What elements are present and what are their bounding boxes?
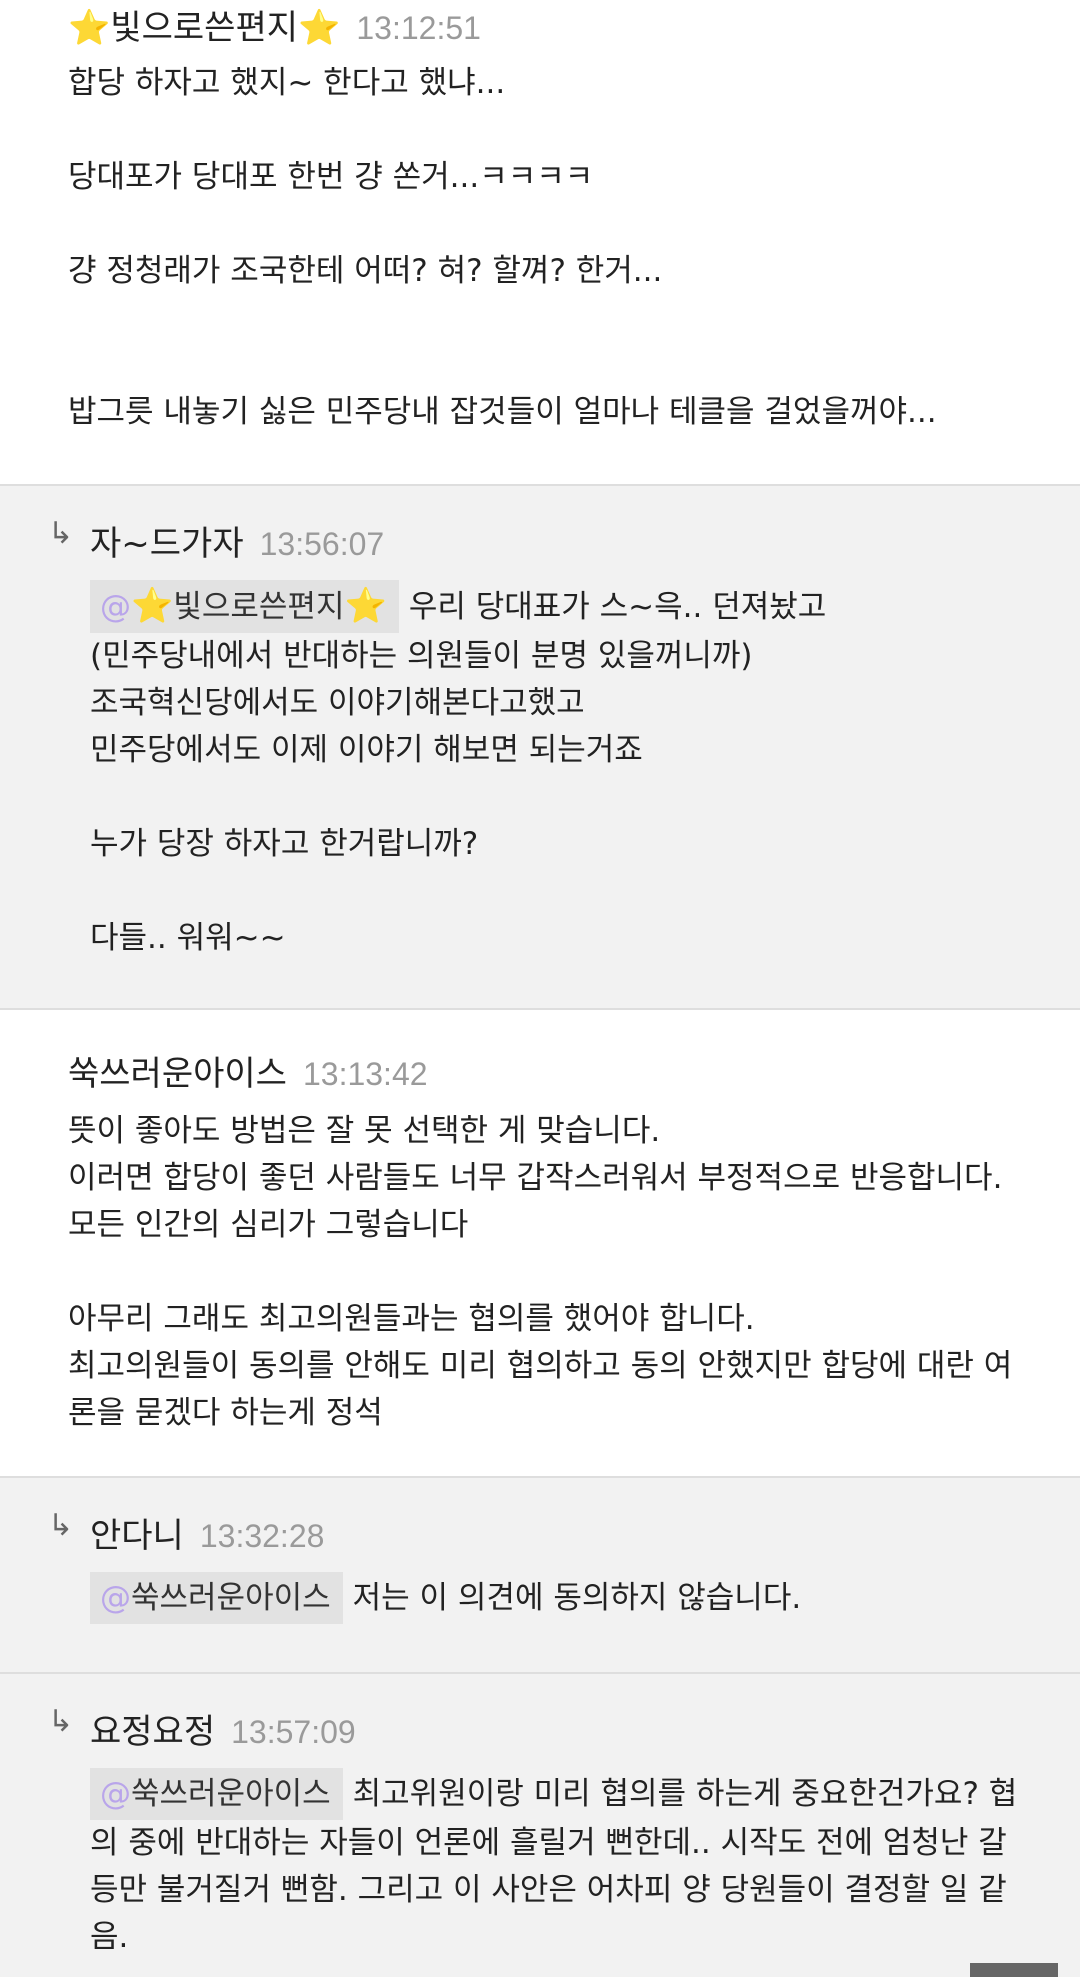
- mention-name: 쑥쓰러운아이스: [131, 1776, 331, 1812]
- comment-line: 조국혁신당에서도 이야기해본다고했고: [90, 685, 585, 721]
- comment-line: (민주당내에서 반대하는 의원들이 분명 있을꺼니까): [90, 638, 753, 674]
- comment-body: @쑥쓰러운아이스 최고위원이랑 미리 협의를 하는게 중요한건가요? 협 의 중에…: [90, 1768, 1050, 1961]
- comment: ⭐빛으로쓴편지⭐ 13:12:51 합당 하자고 했지~ 한다고 했냐... 당…: [0, 0, 1080, 486]
- author-name: 빛으로쓴편지: [110, 8, 299, 48]
- comment-list: ⭐빛으로쓴편지⭐ 13:12:51 합당 하자고 했지~ 한다고 했냐... 당…: [0, 0, 1080, 1977]
- comment-body: @⭐빛으로쓴편지⭐ 우리 당대표가 스~윽.. 던져놨고 (민주당내에서 반대하는…: [90, 580, 1050, 962]
- comment-line: 합당 하자고 했지~ 한다고 했냐...: [68, 65, 506, 101]
- comment-line: 저는 이 의견에 동의하지 않습니다.: [352, 1580, 802, 1616]
- comment-body: 합당 하자고 했지~ 한다고 했냐... 당대포가 당대포 한번 걍 쏜거...…: [68, 60, 1028, 436]
- comment-line: 최고의원들이 동의를 안해도 미리 협의하고 동의 안했지만 합당에 대란 여: [68, 1348, 1013, 1384]
- comment-author[interactable]: 요정요정: [90, 1704, 215, 1753]
- comment-line: 의 중에 반대하는 자들이 언론에 흘릴거 뻔한데.. 시작도 전에 엄청난 갈: [90, 1825, 1007, 1861]
- comment-header: ⭐빛으로쓴편지⭐ 13:12:51: [68, 0, 1080, 56]
- comment-line: 음.: [90, 1919, 129, 1955]
- comment-line: 걍 정청래가 조국한테 어떠? 혀? 할껴? 한거...: [68, 253, 663, 289]
- comment-line: 뜻이 좋아도 방법은 잘 못 선택한 게 맞습니다.: [68, 1113, 661, 1149]
- reply-arrow-icon: ↳: [48, 516, 74, 551]
- star-icon: ⭐: [298, 8, 341, 48]
- comment-line: 등만 불거질거 뻔함. 그리고 이 사안은 어차피 양 당원들이 결정할 일 같: [90, 1872, 1007, 1908]
- comment-author[interactable]: ⭐빛으로쓴편지⭐: [68, 0, 340, 49]
- reply-comment: ↳ 안다니 13:32:28 @쑥쓰러운아이스 저는 이 의견에 동의하지 않습니…: [0, 1478, 1080, 1674]
- star-icon: ⭐: [131, 586, 174, 626]
- comment-header: ↳ 자~드가자 13:56:07: [48, 486, 1080, 574]
- comment-line: 우리 당대표가 스~윽.. 던져놨고: [408, 589, 827, 625]
- comment-line: 론을 묻겠다 하는게 정석: [68, 1395, 383, 1431]
- comment-line: 모든 인간의 심리가 그렇습니다: [68, 1207, 469, 1243]
- mention-name: 쑥쓰러운아이스: [131, 1580, 331, 1616]
- comment-time: 13:13:42: [302, 1056, 428, 1092]
- reply-comment: ↳ 자~드가자 13:56:07 @⭐빛으로쓴편지⭐ 우리 당대표가 스~윽.. …: [0, 486, 1080, 1010]
- comment-author[interactable]: 자~드가자: [90, 516, 244, 565]
- comment-line: 아무리 그래도 최고의원들과는 협의를 했어야 합니다.: [68, 1301, 755, 1337]
- mention-tag[interactable]: @쑥쓰러운아이스: [90, 1572, 343, 1624]
- reply-arrow-icon: ↳: [48, 1508, 74, 1543]
- comment-line: 밥그릇 내놓기 싫은 민주당내 잡것들이 얼마나 테클을 걸었을꺼야...: [68, 394, 937, 430]
- at-sign: @: [100, 589, 131, 625]
- comment-author[interactable]: 쑥쓰러운아이스: [68, 1046, 287, 1095]
- comment-line: 최고위원이랑 미리 협의를 하는게 중요한건가요? 협: [352, 1776, 1018, 1812]
- star-icon: ⭐: [344, 586, 387, 626]
- comment-time: 13:32:28: [199, 1518, 325, 1554]
- comment-body: @쑥쓰러운아이스 저는 이 의견에 동의하지 않습니다.: [90, 1572, 1050, 1624]
- comment-body: 뜻이 좋아도 방법은 잘 못 선택한 게 맞습니다. 이러면 합당이 좋던 사람…: [68, 1108, 1028, 1437]
- at-sign: @: [100, 1776, 131, 1812]
- comment-header: ↳ 요정요정 13:57:09: [48, 1674, 1080, 1762]
- mention-tag[interactable]: @쑥쓰러운아이스: [90, 1768, 343, 1820]
- reply-arrow-icon: ↳: [48, 1704, 74, 1739]
- comment: 쑥쓰러운아이스 13:13:42 뜻이 좋아도 방법은 잘 못 선택한 게 맞습…: [0, 1010, 1080, 1478]
- comment-header: 쑥쓰러운아이스 13:13:42: [68, 1010, 1080, 1104]
- comment-line: 민주당에서도 이제 이야기 해보면 되는거죠: [90, 732, 643, 768]
- comment-time: 13:57:09: [231, 1714, 356, 1750]
- comment-time: 13:56:07: [259, 526, 385, 562]
- reply-comment: ↳ 요정요정 13:57:09 @쑥쓰러운아이스 최고위원이랑 미리 협의를 하는…: [0, 1674, 1080, 1977]
- mention-name: 빛으로쓴편지: [173, 589, 345, 625]
- scroll-top-button[interactable]: [970, 1963, 1058, 1977]
- comment-author[interactable]: 안다니: [90, 1508, 184, 1557]
- comment-line: 이러면 합당이 좋던 사람들도 너무 갑작스러워서 부정적으로 반응합니다.: [68, 1160, 1003, 1196]
- star-icon: ⭐: [68, 8, 111, 48]
- at-sign: @: [100, 1580, 131, 1616]
- comment-line: 다들.. 워워~~: [90, 920, 286, 956]
- mention-tag[interactable]: @⭐빛으로쓴편지⭐: [90, 580, 399, 633]
- comment-line: 당대포가 당대포 한번 걍 쏜거...ㅋㅋㅋㅋ: [68, 159, 594, 195]
- comment-header: ↳ 안다니 13:32:28: [48, 1478, 1080, 1566]
- comment-time: 13:12:51: [356, 10, 481, 46]
- comment-line: 누가 당장 하자고 한거랍니까?: [90, 826, 479, 862]
